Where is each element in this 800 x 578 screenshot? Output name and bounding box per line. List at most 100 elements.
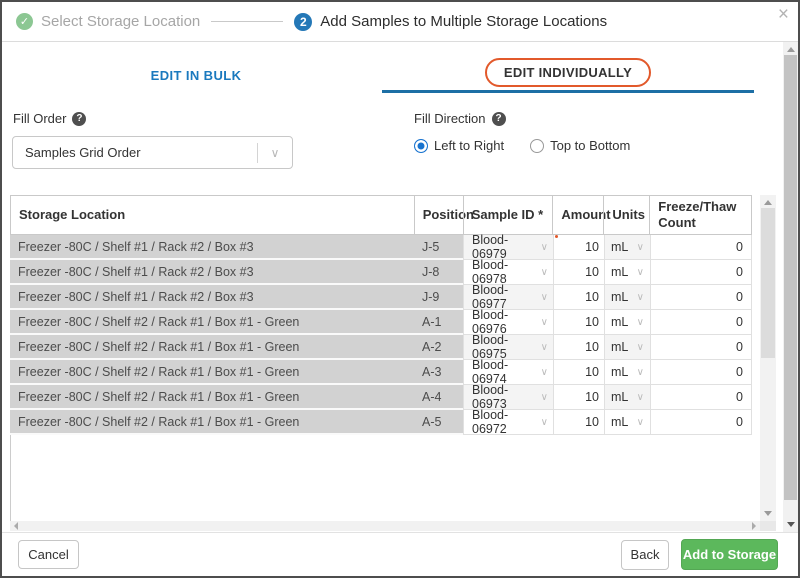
amount-input[interactable]: 10 [553, 285, 604, 310]
units-value: mL [611, 365, 628, 379]
scroll-down-icon[interactable] [764, 511, 772, 516]
scroll-left-icon[interactable] [14, 522, 18, 530]
freeze-thaw-input[interactable]: 0 [650, 360, 752, 385]
col-header-position: Position [414, 196, 463, 234]
chevron-down-icon: ∨ [637, 417, 644, 428]
units-select[interactable]: mL∨ [604, 310, 650, 335]
freeze-thaw-input[interactable]: 0 [650, 235, 752, 260]
scroll-up-icon[interactable] [787, 47, 795, 52]
required-indicator-dot [555, 235, 558, 238]
amount-input[interactable]: 10 [553, 235, 604, 260]
scrollbar-thumb[interactable] [761, 208, 775, 358]
amount-input[interactable]: 10 [553, 385, 604, 410]
table-row: Freezer -80C / Shelf #1 / Rack #2 / Box … [10, 235, 752, 260]
col-header-amount: Amount [552, 196, 603, 234]
sample-id-select[interactable]: Blood-06974∨ [463, 360, 553, 385]
storage-location-cell: Freezer -80C / Shelf #2 / Rack #1 / Box … [10, 385, 414, 410]
help-icon[interactable]: ? [492, 112, 506, 126]
chevron-down-icon: ∨ [637, 267, 644, 278]
step1-label: Select Storage Location [41, 13, 200, 30]
dialog-vertical-scrollbar[interactable] [783, 42, 798, 532]
storage-location-cell: Freezer -80C / Shelf #1 / Rack #2 / Box … [10, 260, 414, 285]
sample-id-value: Blood-06975 [472, 333, 541, 361]
units-select[interactable]: mL ∨ [604, 410, 650, 435]
fill-order-select[interactable]: Samples Grid Order ∨ [12, 136, 293, 169]
position-cell: A-2 [414, 335, 463, 360]
position-cell: J-9 [414, 285, 463, 310]
freeze-thaw-input[interactable]: 0 [650, 385, 752, 410]
radio-left-to-right[interactable]: Left to Right [414, 138, 504, 153]
chevron-down-icon: ∨ [541, 367, 548, 378]
amount-input[interactable]: 10 [553, 310, 604, 335]
units-value: mL [611, 265, 628, 279]
help-icon[interactable]: ? [72, 112, 86, 126]
sample-id-value: Blood-06973 [472, 383, 541, 411]
radio-left-to-right-label: Left to Right [434, 138, 504, 153]
sample-id-value: Blood-06974 [472, 358, 541, 386]
cancel-button[interactable]: Cancel [18, 540, 79, 569]
units-select[interactable]: mL∨ [604, 360, 650, 385]
table-row: Freezer -80C / Shelf #2 / Rack #1 / Box … [10, 335, 752, 360]
sample-id-select[interactable]: Blood-06975∨ [463, 335, 553, 360]
close-icon[interactable]: × [778, 5, 789, 24]
tab-edit-in-bulk[interactable]: EDIT IN BULK [10, 58, 382, 93]
amount-input[interactable]: 10 [553, 360, 604, 385]
sample-id-value: Blood-06976 [472, 308, 541, 336]
scroll-right-icon[interactable] [752, 522, 756, 530]
units-select[interactable]: mL∨ [604, 335, 650, 360]
units-value: mL [611, 290, 628, 304]
tab-edit-individually[interactable]: EDIT INDIVIDUALLY [382, 58, 754, 93]
units-select[interactable]: mL ∨ [604, 285, 650, 310]
sample-id-select[interactable]: Blood-06973∨ [463, 385, 553, 410]
table-row: Freezer -80C / Shelf #2 / Rack #1 / Box … [10, 385, 752, 410]
freeze-thaw-input[interactable]: 0 [650, 410, 752, 435]
units-value: mL [611, 415, 628, 429]
position-cell: A-5 [414, 410, 463, 435]
table-vertical-scrollbar[interactable] [760, 195, 776, 521]
scroll-up-icon[interactable] [764, 200, 772, 205]
fill-direction-label-row: Fill Direction ? [414, 111, 506, 126]
position-cell: J-5 [414, 235, 463, 260]
sample-id-select[interactable]: Blood-06979∨ [463, 235, 553, 260]
col-header-freeze-thaw: Freeze/Thaw Count [649, 196, 751, 234]
sample-id-select[interactable]: Blood-06977∨ [463, 285, 553, 310]
amount-input[interactable]: 10 [553, 260, 604, 285]
scroll-down-icon[interactable] [787, 522, 795, 527]
radio-top-to-bottom[interactable]: Top to Bottom [530, 138, 630, 153]
freeze-thaw-input[interactable]: 0 [650, 285, 752, 310]
storage-location-cell: Freezer -80C / Shelf #2 / Rack #1 / Box … [10, 335, 414, 360]
chevron-down-icon: ∨ [637, 242, 644, 253]
freeze-thaw-input[interactable]: 0 [650, 260, 752, 285]
table-row: Freezer -80C / Shelf #2 / Rack #1 / Box … [10, 310, 752, 335]
chevron-down-icon: ∨ [258, 146, 292, 160]
table-horizontal-scrollbar[interactable] [10, 521, 760, 531]
radio-unselected-icon [530, 139, 544, 153]
freeze-thaw-input[interactable]: 0 [650, 310, 752, 335]
chevron-down-icon: ∨ [541, 317, 548, 328]
table-body-empty-area [10, 435, 753, 521]
table-row: Freezer -80C / Shelf #1 / Rack #2 / Box … [10, 260, 752, 285]
table-header-row: Storage Location Position Sample ID * Am… [10, 195, 752, 235]
sample-id-select[interactable]: Blood-06972∨ [463, 410, 553, 435]
sample-id-select[interactable]: Blood-06978∨ [463, 260, 553, 285]
fill-order-value: Samples Grid Order [13, 145, 257, 160]
units-select[interactable]: mL∨ [604, 235, 650, 260]
wizard-step-header: ✓ Select Storage Location 2 Add Samples … [2, 2, 798, 42]
samples-table: Storage Location Position Sample ID * Am… [10, 195, 752, 435]
chevron-down-icon: ∨ [637, 292, 644, 303]
fill-direction-label: Fill Direction [414, 111, 486, 126]
freeze-thaw-input[interactable]: 0 [650, 335, 752, 360]
fill-direction-options: Left to Right Top to Bottom [414, 138, 630, 153]
storage-location-cell: Freezer -80C / Shelf #1 / Rack #2 / Box … [10, 285, 414, 310]
chevron-down-icon: ∨ [637, 342, 644, 353]
units-select[interactable]: mL∨ [604, 385, 650, 410]
amount-input[interactable]: 10 [553, 335, 604, 360]
scrollbar-thumb[interactable] [784, 55, 797, 500]
table-row: Freezer -80C / Shelf #2 / Rack #1 / Box … [10, 360, 752, 385]
units-select[interactable]: mL ∨ [604, 260, 650, 285]
add-to-storage-button[interactable]: Add to Storage [681, 539, 778, 570]
back-button[interactable]: Back [621, 540, 669, 570]
edit-mode-tabs: EDIT IN BULK EDIT INDIVIDUALLY [10, 58, 754, 93]
sample-id-select[interactable]: Blood-06976∨ [463, 310, 553, 335]
amount-input[interactable]: 10 [553, 410, 604, 435]
